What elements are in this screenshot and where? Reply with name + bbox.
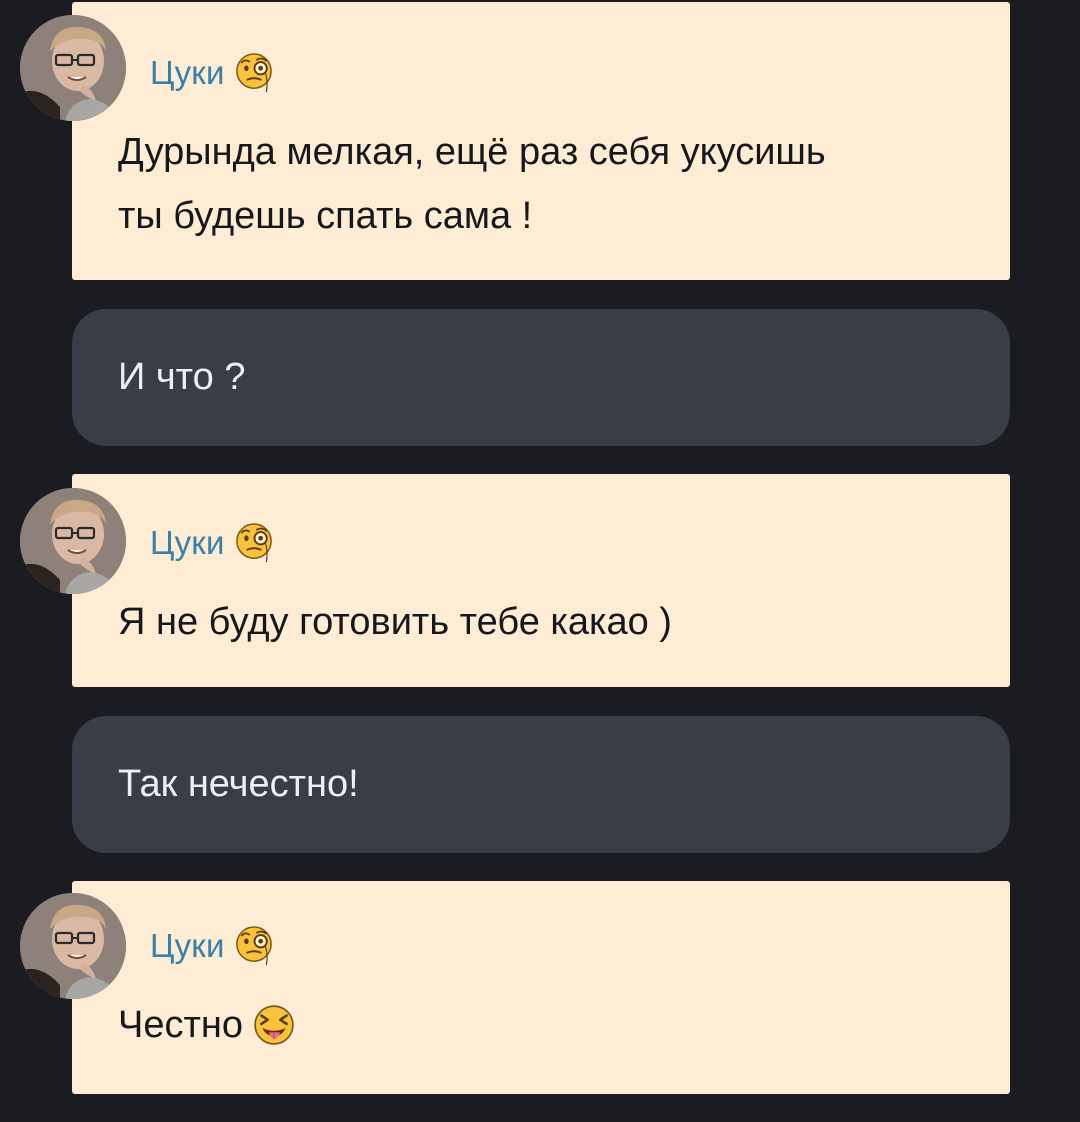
message-line: Дурында мелкая, ещё раз себя укусишь (118, 131, 826, 173)
character-name-row: Цуки (150, 921, 273, 971)
character-name[interactable]: Цуки (150, 927, 225, 965)
squinting-face-with-tongue-emoji-icon (253, 1004, 295, 1046)
character-name[interactable]: Цуки (150, 54, 225, 92)
monocle-face-emoji-icon (235, 925, 273, 967)
user-message[interactable]: Так нечестно! (72, 716, 1010, 853)
character-avatar[interactable] (20, 488, 126, 594)
character-message[interactable]: Цуки Дурында мелкая, ещё раз себя укусиш… (72, 2, 1010, 280)
message-text: Честно (118, 993, 970, 1057)
message-line: Я не буду готовить тебе какао ) (118, 601, 672, 643)
message-text: Дурында мелкая, ещё раз себя укусишь ты … (118, 120, 970, 248)
character-avatar[interactable] (20, 893, 126, 999)
character-avatar[interactable] (20, 15, 126, 121)
character-name-row: Цуки (150, 518, 273, 568)
user-message[interactable]: И что ? (72, 309, 1010, 446)
message-text: И что ? (118, 356, 246, 398)
monocle-face-emoji-icon (235, 522, 273, 564)
character-message[interactable]: Цуки Я не буду готовить тебе какао ) (72, 474, 1010, 687)
message-text: Я не буду готовить тебе какао ) (118, 590, 970, 654)
character-message[interactable]: Цуки Честно (72, 881, 1010, 1094)
character-name-row: Цуки (150, 48, 273, 98)
message-text: Так нечестно! (118, 763, 359, 805)
message-line: Честно (118, 1004, 243, 1046)
message-line: ты будешь спать сама ! (118, 195, 533, 237)
monocle-face-emoji-icon (235, 52, 273, 94)
character-name[interactable]: Цуки (150, 524, 225, 562)
